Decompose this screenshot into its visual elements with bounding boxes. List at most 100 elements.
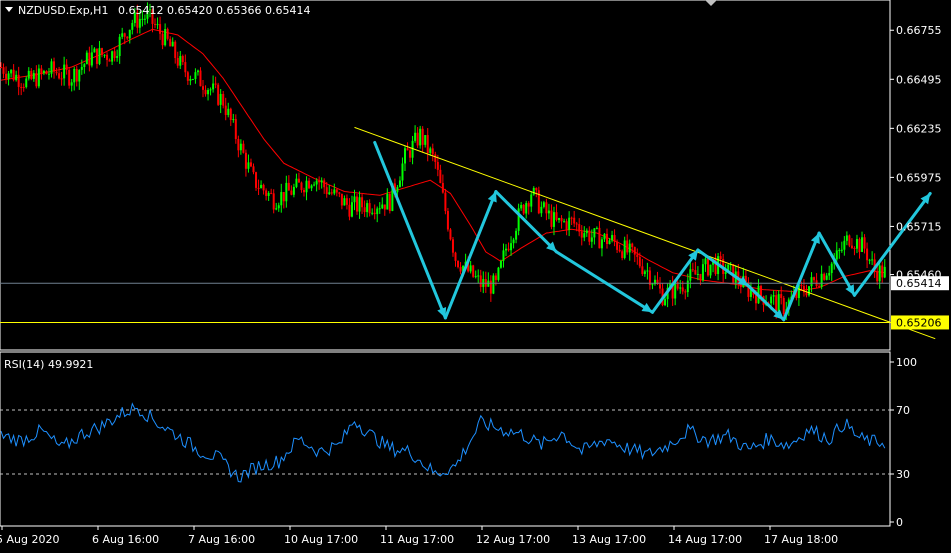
candle-body xyxy=(70,82,73,86)
candle-body xyxy=(249,162,252,167)
candle-body xyxy=(118,36,121,57)
candle-body xyxy=(527,203,530,207)
candle-body xyxy=(202,86,204,90)
candle-body xyxy=(820,273,823,287)
rsi-line xyxy=(0,402,890,483)
candle-body xyxy=(396,187,399,193)
candle-body xyxy=(68,69,71,86)
candle-body xyxy=(444,192,447,212)
candle-body xyxy=(280,192,283,206)
candle-body xyxy=(113,51,116,58)
candle-body xyxy=(303,189,305,193)
candle-body xyxy=(320,180,323,183)
ma-polyline xyxy=(0,28,885,293)
arrow-segment xyxy=(555,250,654,314)
candle-body xyxy=(53,61,56,72)
candle-body xyxy=(883,266,886,278)
candle-body xyxy=(159,24,162,34)
candle-body xyxy=(858,239,861,252)
candle-body xyxy=(439,169,442,183)
candle-body xyxy=(868,259,871,261)
candle-body xyxy=(196,70,199,73)
rsi-pane-frame xyxy=(0,351,891,527)
candle-body xyxy=(244,152,247,169)
candle-body xyxy=(2,67,5,74)
chart-canvas[interactable]: 0.66755 0.66495 0.66235 0.65975 0.65715 0.654… xyxy=(0,0,951,548)
candle-body xyxy=(98,48,101,64)
candle-body xyxy=(636,254,639,257)
candle-body xyxy=(575,223,578,225)
candle-body xyxy=(775,295,778,312)
candle-body xyxy=(808,286,810,296)
candle-body xyxy=(492,275,495,294)
candle-body xyxy=(373,212,376,215)
candle-body xyxy=(93,48,96,53)
drawn-lines[interactable] xyxy=(0,126,936,340)
candle-body xyxy=(689,269,692,281)
candle-body xyxy=(580,231,583,238)
candle-body xyxy=(179,56,182,66)
candle-body xyxy=(232,119,235,121)
candle-body xyxy=(863,237,866,249)
candle-body xyxy=(489,280,492,294)
candle-body xyxy=(181,56,184,63)
candle-body xyxy=(95,48,98,64)
candle-body xyxy=(434,154,437,162)
candle-body xyxy=(600,239,603,249)
candle-body xyxy=(106,54,109,60)
candle-body xyxy=(401,163,404,181)
candle-body xyxy=(333,189,336,194)
candle-body xyxy=(328,192,331,195)
candle-body xyxy=(60,78,63,80)
candle-body xyxy=(227,108,230,115)
candle-body xyxy=(267,192,270,196)
candle-body xyxy=(378,208,381,210)
candle-body xyxy=(366,203,369,213)
candle-body xyxy=(194,72,197,80)
candle-body xyxy=(368,203,371,214)
candle-body xyxy=(563,221,566,223)
candle-body xyxy=(287,182,290,191)
candle-body xyxy=(55,71,58,74)
time-tick-label: 10 Aug 17:00 xyxy=(284,533,358,546)
shift-marker-icon[interactable] xyxy=(705,0,717,6)
pattern-arrows[interactable] xyxy=(373,140,932,322)
candle-body xyxy=(186,72,189,81)
candle-body xyxy=(348,204,351,217)
candle-body xyxy=(694,270,697,275)
candle-body xyxy=(560,218,563,222)
candle-body xyxy=(871,259,874,261)
candle-body xyxy=(260,184,263,189)
candle-body xyxy=(340,193,343,206)
candle-body xyxy=(707,258,709,276)
candle-body xyxy=(618,249,621,252)
arrow-segment xyxy=(373,140,447,320)
arrow-segment xyxy=(494,190,558,254)
symbol-menu-icon[interactable] xyxy=(5,7,13,12)
candle-body xyxy=(545,202,548,214)
candle-body xyxy=(154,23,157,25)
candle-body xyxy=(300,182,303,190)
candle-body xyxy=(292,186,295,195)
candle-body xyxy=(800,284,803,287)
candle-body xyxy=(229,108,232,120)
candle-body xyxy=(242,143,245,153)
candle-body xyxy=(616,241,619,250)
candle-body xyxy=(497,267,500,280)
candle-body xyxy=(219,93,222,105)
candle-body xyxy=(507,248,510,251)
candle-body xyxy=(878,265,881,282)
candle-body xyxy=(573,217,576,224)
candle-body xyxy=(88,52,91,66)
candle-body xyxy=(848,235,851,246)
candle-body xyxy=(47,73,50,75)
candle-body xyxy=(371,212,374,214)
time-tick-label: 12 Aug 17:00 xyxy=(476,533,550,546)
candle-body xyxy=(15,74,18,81)
candle-body xyxy=(101,48,103,55)
candle-body xyxy=(628,243,631,253)
candle-body xyxy=(103,54,106,56)
candle-body xyxy=(265,190,268,196)
candle-body xyxy=(515,230,518,240)
symbol-label: NZDUSD.Exp,H1 xyxy=(18,4,108,17)
